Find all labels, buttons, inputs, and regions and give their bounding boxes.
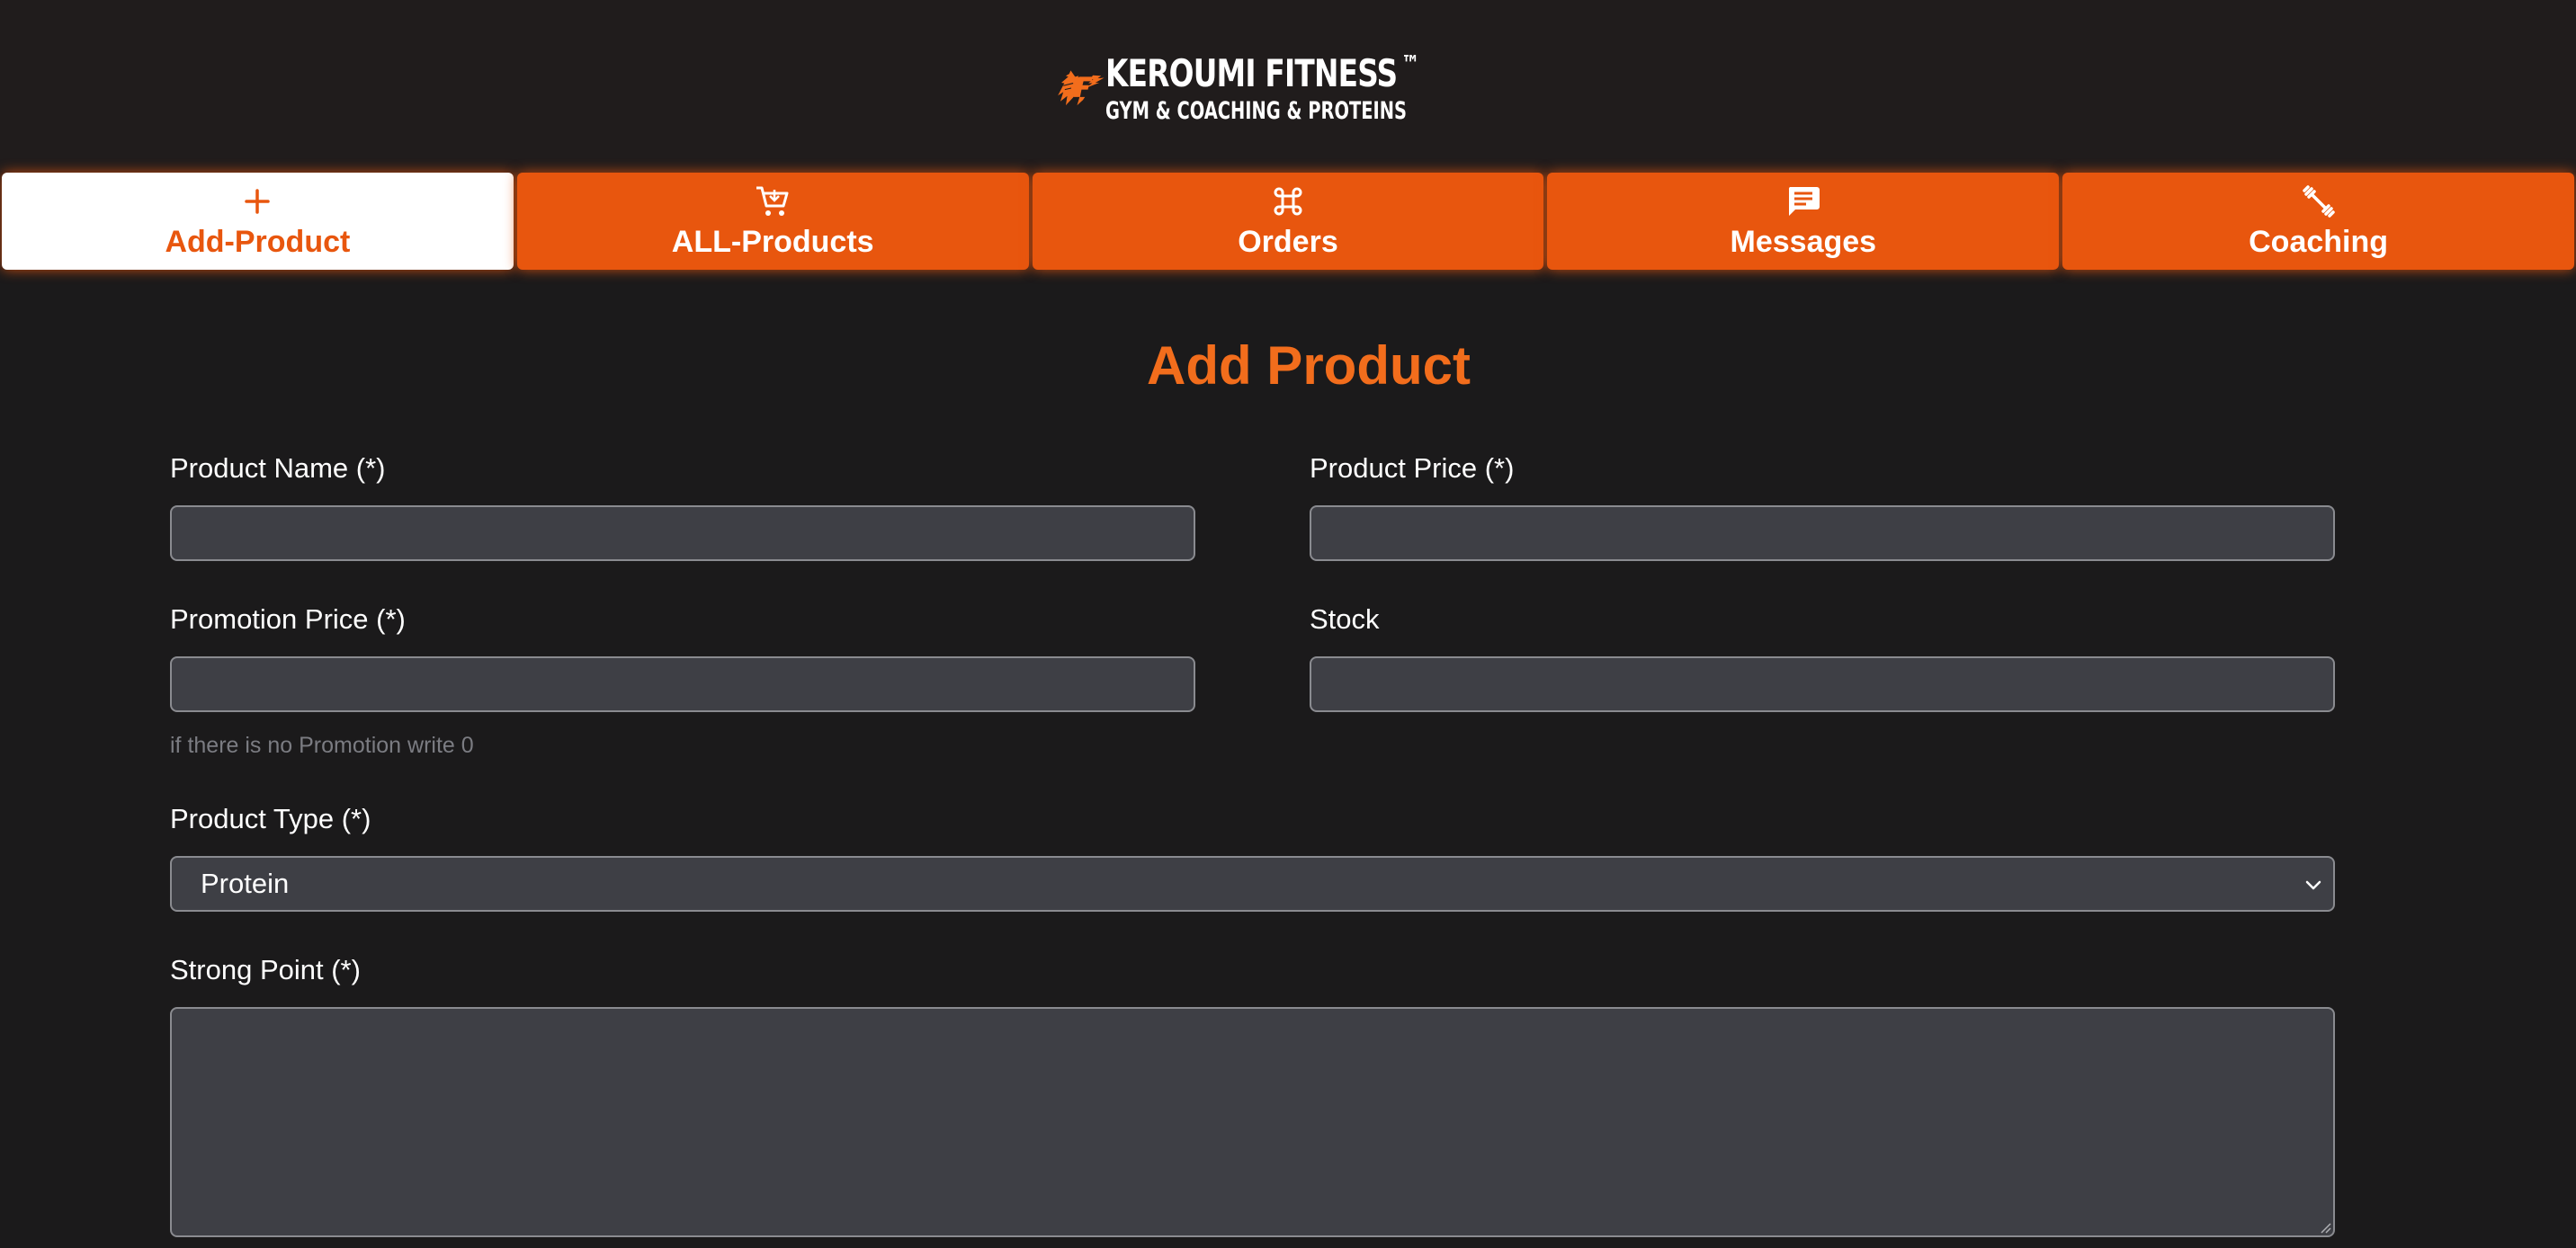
strong-point-textarea[interactable] — [170, 1007, 2335, 1237]
cart-icon — [755, 183, 791, 219]
brand-name: KEROUMI FITNESS ™ — [1105, 51, 1419, 95]
message-icon — [1786, 183, 1820, 219]
promotion-price-hint: if there is no Promotion write 0 — [170, 733, 474, 758]
nav-tabs: Add-Product ALL-Products Orders Messages… — [0, 173, 2576, 272]
stock-label: Stock — [1310, 603, 1380, 635]
tab-orders[interactable]: Orders — [1032, 173, 1544, 270]
tab-messages[interactable]: Messages — [1547, 173, 2060, 270]
plus-icon — [244, 183, 271, 219]
promotion-price-label: Promotion Price (*) — [170, 603, 406, 635]
command-icon — [1273, 183, 1303, 219]
tab-coaching[interactable]: Coaching — [2062, 173, 2574, 270]
kf-logo-mark — [1058, 70, 1105, 106]
tab-label: Coaching — [2249, 224, 2389, 259]
tab-label: Orders — [1238, 224, 1338, 259]
brand-logo: KEROUMI FITNESS ™ GYM & COACHING & PROTEI… — [1056, 16, 1524, 160]
product-type-selected-value: Protein — [201, 868, 290, 899]
chevron-down-icon — [2305, 880, 2321, 890]
product-price-input[interactable] — [1310, 505, 2335, 561]
stock-input[interactable] — [1310, 656, 2335, 712]
product-price-label: Product Price (*) — [1310, 452, 1515, 484]
tab-label: Messages — [1730, 224, 1877, 259]
resize-handle-icon[interactable] — [2319, 1221, 2331, 1234]
header: KEROUMI FITNESS ™ GYM & COACHING & PROTEI… — [0, 0, 2576, 171]
product-name-label: Product Name (*) — [170, 452, 386, 484]
tab-label: ALL-Products — [671, 224, 874, 259]
dumbbell-icon — [2302, 183, 2335, 219]
product-type-select[interactable]: Protein — [170, 856, 2335, 912]
product-name-input[interactable] — [170, 505, 1195, 561]
tab-add-product[interactable]: Add-Product — [2, 173, 514, 270]
tab-all-products[interactable]: ALL-Products — [516, 173, 1029, 270]
promotion-price-input[interactable] — [170, 656, 1195, 712]
brand-tagline: GYM & COACHING & PROTEINS — [1105, 97, 1407, 125]
trademark-symbol: ™ — [1400, 51, 1419, 78]
page: KEROUMI FITNESS ™ GYM & COACHING & PROTEI… — [0, 0, 2576, 1248]
strong-point-label: Strong Point (*) — [170, 954, 361, 985]
product-type-label: Product Type (*) — [170, 803, 371, 834]
tab-label: Add-Product — [165, 224, 351, 259]
form-title: Add Product — [1147, 335, 1471, 396]
